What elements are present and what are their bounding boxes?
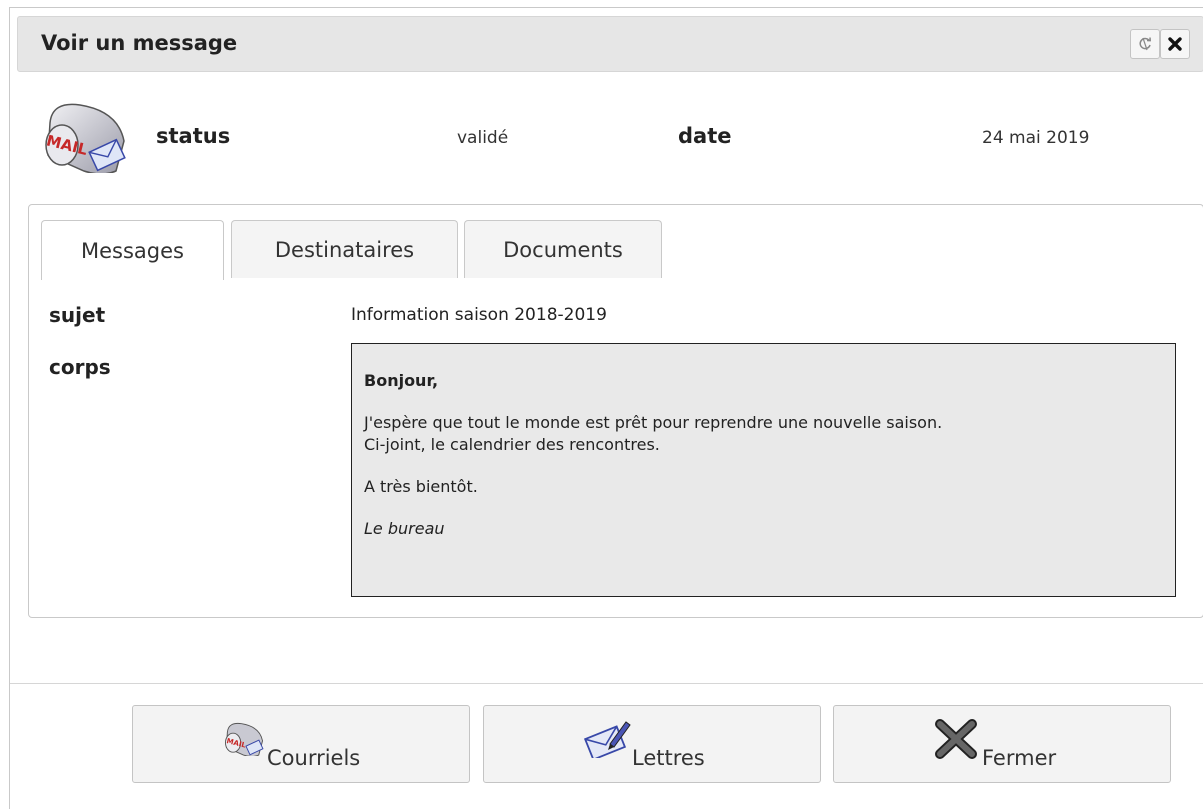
body-signature: Le bureau xyxy=(364,519,445,538)
tab-panel: Messages Destinataires Documents sujet I… xyxy=(28,204,1203,618)
fermer-button[interactable]: Fermer xyxy=(833,705,1171,783)
status-label: status xyxy=(156,124,231,148)
close-button[interactable] xyxy=(1160,29,1190,59)
subject-value: Information saison 2018-2019 xyxy=(351,305,607,325)
status-value: validé xyxy=(457,128,509,148)
tab-label: Messages xyxy=(81,238,184,263)
tab-documents[interactable]: Documents xyxy=(464,220,662,278)
button-label: Lettres xyxy=(632,746,705,770)
dialog-title: Voir un message xyxy=(41,31,238,55)
message-header: MAIL status validé date 24 mai 2019 xyxy=(10,88,1203,188)
message-dialog: Voir un message MAIL status validé date … xyxy=(9,7,1203,809)
tab-messages[interactable]: Messages xyxy=(41,220,224,280)
courriels-button[interactable]: MAIL Courriels xyxy=(132,705,470,783)
date-value: 24 mai 2019 xyxy=(982,128,1090,148)
body-label: corps xyxy=(49,355,111,379)
body-greeting: Bonjour, xyxy=(364,371,439,390)
close-icon xyxy=(1168,37,1182,51)
close-x-icon xyxy=(935,719,977,759)
lettres-button[interactable]: Lettres xyxy=(483,705,821,783)
date-label: date xyxy=(678,124,732,148)
refresh-icon xyxy=(1139,37,1152,51)
subject-label: sujet xyxy=(49,303,106,327)
tab-destinataires[interactable]: Destinataires xyxy=(231,220,458,278)
button-label: Courriels xyxy=(267,746,361,770)
tab-label: Destinataires xyxy=(274,237,415,262)
mailbox-icon: MAIL xyxy=(45,103,126,173)
button-label: Fermer xyxy=(982,746,1057,770)
letter-icon xyxy=(584,721,631,758)
mailbox-icon: MAIL xyxy=(225,722,264,756)
refresh-button[interactable] xyxy=(1130,29,1160,59)
dialog-titlebar: Voir un message xyxy=(17,16,1203,72)
body-line-1: J'espère que tout le monde est prêt pour… xyxy=(364,413,943,432)
body-line-2: Ci-joint, le calendrier des rencontres. xyxy=(364,435,660,454)
message-body: Bonjour, J'espère que tout le monde est … xyxy=(351,343,1176,597)
body-closing: A très bientôt. xyxy=(364,477,478,496)
footer-separator xyxy=(10,683,1203,684)
tab-label: Documents xyxy=(503,237,623,262)
